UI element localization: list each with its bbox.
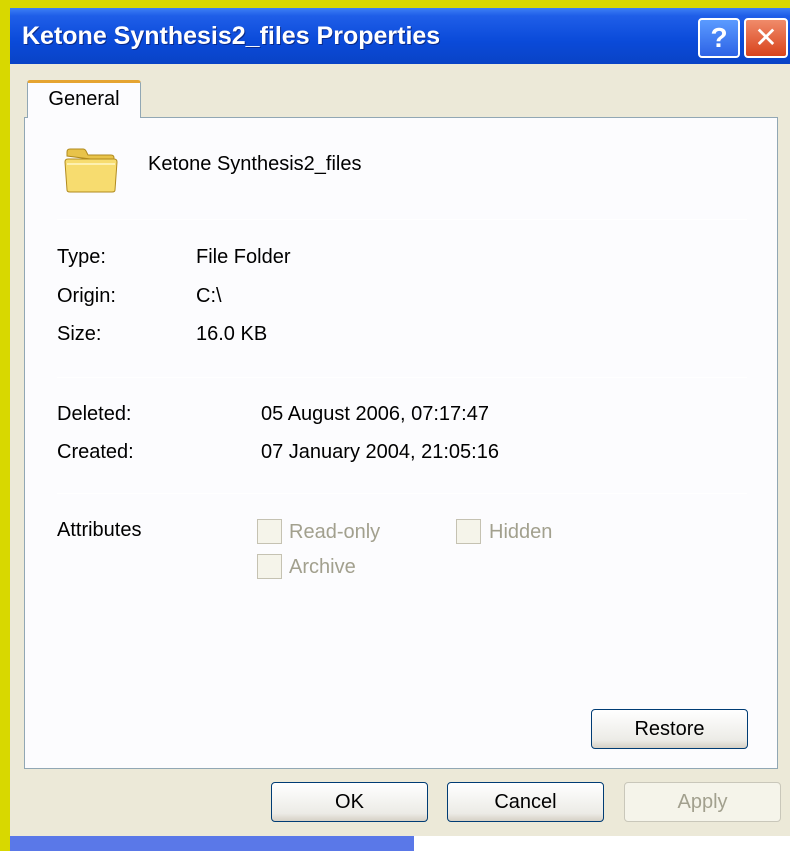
folder-name: Ketone Synthesis2_files <box>148 153 362 175</box>
size-value: 16.0 KB <box>196 323 268 345</box>
properties-dialog: Ketone Synthesis2_files Properties ? ✕ G… <box>10 8 790 851</box>
title-bar[interactable]: Ketone Synthesis2_files Properties ? ✕ <box>10 8 790 64</box>
read-only-checkbox[interactable] <box>257 519 282 544</box>
tab-general[interactable]: General <box>27 80 141 118</box>
attributes-label: Attributes <box>57 519 142 541</box>
general-tab-panel: Ketone Synthesis2_files Type: File Folde… <box>24 117 778 769</box>
help-button[interactable]: ? <box>698 18 740 58</box>
hidden-checkbox[interactable] <box>456 519 481 544</box>
type-value: File Folder <box>196 246 291 268</box>
window-bottom-border <box>10 836 414 851</box>
archive-label: Archive <box>289 556 356 578</box>
deleted-label: Deleted: <box>57 403 132 425</box>
created-value: 07 January 2004, 21:05:16 <box>261 441 499 463</box>
deleted-value: 05 August 2006, 07:17:47 <box>261 403 489 425</box>
window-bottom-border <box>414 836 790 851</box>
size-label: Size: <box>57 323 102 345</box>
apply-button[interactable]: Apply <box>624 782 781 822</box>
ok-button[interactable]: OK <box>271 782 428 822</box>
read-only-label: Read-only <box>289 521 381 543</box>
window-title: Ketone Synthesis2_files Properties <box>22 22 441 50</box>
separator <box>57 377 747 378</box>
origin-value: C:\ <box>196 285 222 307</box>
archive-checkbox[interactable] <box>257 554 282 579</box>
separator <box>57 493 747 494</box>
origin-label: Origin: <box>57 285 116 307</box>
separator <box>57 219 747 220</box>
hidden-label: Hidden <box>489 521 553 543</box>
close-button[interactable]: ✕ <box>744 18 788 58</box>
dialog-client-area: General Ketone Synthesis2_files Type: Fi… <box>10 64 790 836</box>
type-label: Type: <box>57 246 106 268</box>
created-label: Created: <box>57 441 134 463</box>
folder-icon <box>64 148 118 193</box>
cancel-button[interactable]: Cancel <box>447 782 604 822</box>
restore-button[interactable]: Restore <box>591 709 748 749</box>
